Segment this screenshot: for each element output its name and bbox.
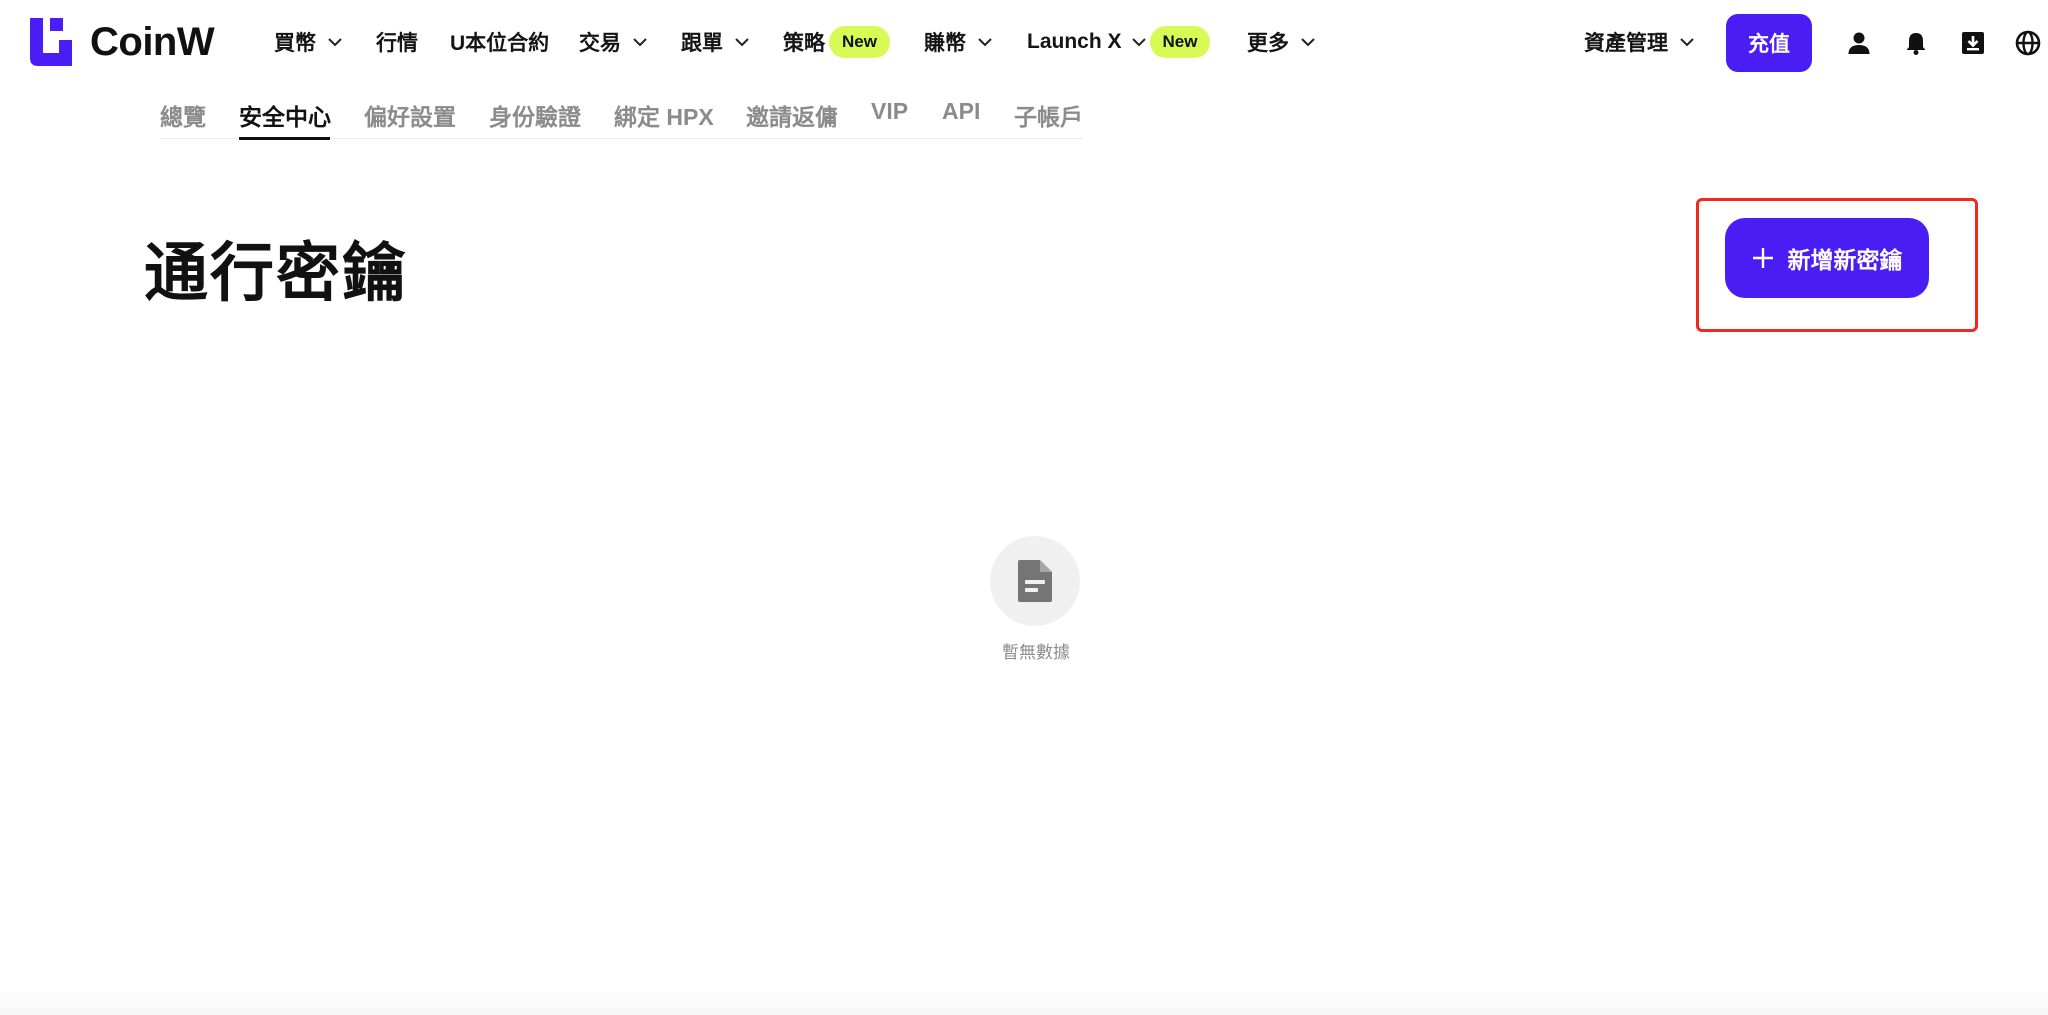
coinw-logo[interactable]: CoinW (30, 18, 215, 66)
deposit-button[interactable]: 充值 (1726, 14, 1812, 72)
chevron-down-icon (1680, 37, 1694, 46)
asset-management-label: 資產管理 (1584, 32, 1668, 55)
download-icon[interactable] (1960, 30, 1986, 56)
globe-icon[interactable] (2015, 30, 2041, 56)
nav-strategy[interactable]: 策略 New (783, 22, 890, 62)
nav-more[interactable]: 更多 (1247, 22, 1315, 62)
chevron-down-icon (1131, 37, 1146, 46)
nav-markets-label: 行情 (376, 32, 418, 55)
tab-security-center[interactable]: 安全中心 (239, 98, 331, 134)
footer-fade (0, 990, 2048, 1015)
chevron-down-icon (328, 37, 342, 46)
document-icon (1018, 560, 1052, 602)
nav-more-label: 更多 (1247, 32, 1289, 55)
new-badge: New (1149, 26, 1211, 58)
nav-copy-trading-label: 跟單 (681, 32, 723, 55)
add-passkey-button[interactable]: 新增新密鑰 (1725, 218, 1929, 298)
tab-overview[interactable]: 總覽 (160, 98, 206, 134)
top-navigation: CoinW 買幣 行情 U本位合約 交易 跟單 策略 New 賺幣 Launch… (0, 0, 2048, 86)
bell-icon[interactable] (1903, 30, 1929, 56)
nav-buy-crypto-label: 買幣 (274, 32, 316, 55)
tab-api[interactable]: API (942, 98, 980, 134)
nav-buy-crypto[interactable]: 買幣 (274, 22, 342, 62)
empty-state-badge (990, 536, 1080, 626)
nav-usdt-futures[interactable]: U本位合約 (450, 22, 549, 62)
nav-trade[interactable]: 交易 (579, 22, 647, 62)
user-icon[interactable] (1846, 30, 1872, 56)
chevron-down-icon (735, 37, 749, 46)
empty-state-text: 暫無數據 (1002, 643, 1070, 662)
tab-sub-accounts[interactable]: 子帳戶 (1014, 98, 1083, 134)
tab-referral[interactable]: 邀請返傭 (746, 98, 838, 134)
nav-usdt-futures-label: U本位合約 (450, 32, 550, 55)
asset-management-menu[interactable]: 資產管理 (1584, 22, 1694, 62)
tab-identity-verification[interactable]: 身份驗證 (489, 98, 581, 134)
page-title: 通行密鑰 (144, 237, 408, 309)
plus-icon (1752, 248, 1773, 268)
coinw-logo-icon (30, 18, 72, 66)
new-badge: New (829, 26, 890, 58)
nav-strategy-label: 策略 (783, 32, 825, 55)
nav-trade-label: 交易 (579, 32, 621, 55)
nav-launch-x-label: Launch X (1027, 30, 1122, 53)
chevron-down-icon (633, 37, 647, 46)
chevron-down-icon (1301, 37, 1315, 46)
add-passkey-label: 新增新密鑰 (1787, 247, 1903, 273)
nav-markets[interactable]: 行情 (376, 22, 418, 62)
chevron-down-icon (978, 37, 992, 46)
tab-bind-hpx[interactable]: 綁定 HPX (614, 98, 714, 134)
brand-name: CoinW (90, 19, 215, 64)
tab-vip[interactable]: VIP (871, 98, 908, 134)
nav-earn-label: 賺幣 (924, 32, 966, 55)
empty-state: 暫無數據 (990, 536, 1082, 662)
active-tab-indicator (239, 137, 330, 140)
nav-launch-x[interactable]: Launch X New (1027, 22, 1211, 62)
tab-preferences[interactable]: 偏好設置 (364, 98, 456, 134)
nav-copy-trading[interactable]: 跟單 (681, 22, 749, 62)
nav-earn[interactable]: 賺幣 (924, 22, 992, 62)
